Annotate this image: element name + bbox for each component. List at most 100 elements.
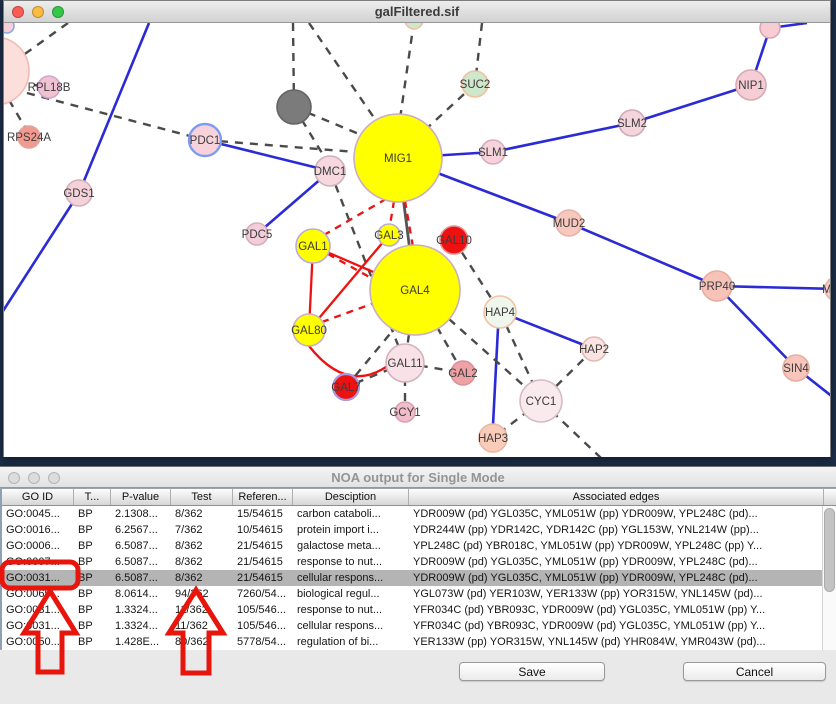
graph-window-title: galFiltered.sif	[4, 1, 830, 23]
node-unnamed-green-top[interactable]	[405, 23, 423, 29]
table-row[interactable]: GO:0045...BP2.1308...8/36215/54615carbon…	[2, 506, 836, 522]
table-row[interactable]: GO:0031...BP1.3324...11/362105/546...res…	[2, 602, 836, 618]
cell-r7-c6: YFR034C (pd) YBR093C, YDR009W (pd) YGL03…	[409, 618, 824, 634]
graph-window: galFiltered.sif RPL18BRPS24AGDS1PDC1PDC5…	[3, 0, 831, 457]
node-unnamed-gray[interactable]	[277, 90, 311, 124]
cell-r6-c1: BP	[74, 602, 111, 618]
cell-r6-c6: YFR034C (pd) YBR093C, YDR009W (pd) YGL03…	[409, 602, 824, 618]
node-label-CYC1: CYC1	[526, 396, 557, 408]
cancel-button[interactable]: Cancel	[683, 662, 826, 681]
node-label-HAP4: HAP4	[485, 307, 516, 319]
cell-r0-c6: YDR009W (pd) YGL035C, YML051W (pp) YDR00…	[409, 506, 824, 522]
edge-pp[interactable]	[632, 85, 751, 123]
cell-r8-c5: regulation of bi...	[293, 634, 409, 650]
node-label-DMC1: DMC1	[314, 166, 347, 178]
table-row-selected[interactable]: GO:0031...BP6.5087...8/36221/54615cellul…	[2, 570, 836, 586]
cell-r3-c5: response to nut...	[293, 554, 409, 570]
network-canvas[interactable]: RPL18BRPS24AGDS1PDC1PDC5DMC1MIG1SUC2SLM1…	[4, 23, 830, 457]
cell-r2-c1: BP	[74, 538, 111, 554]
cell-r4-c4: 21/54615	[233, 570, 293, 586]
edge-pp[interactable]	[493, 328, 498, 425]
graph-window-titlebar[interactable]: galFiltered.sif	[4, 1, 830, 23]
noa-window-titlebar[interactable]: NOA output for Single Mode	[0, 467, 836, 488]
table-scrollbar[interactable]	[822, 506, 836, 650]
cell-r7-c3: 11/362	[171, 618, 233, 634]
cell-r4-c6: YDR009W (pd) YGL035C, YML051W (pp) YDR00…	[409, 570, 824, 586]
cell-r1-c0: GO:0016...	[2, 522, 74, 538]
node-unnamed-top-right[interactable]	[760, 23, 780, 38]
node-label-GDS1: GDS1	[63, 188, 94, 200]
cell-r2-c2: 6.5087...	[111, 538, 171, 554]
cell-r3-c4: 21/54615	[233, 554, 293, 570]
table-row[interactable]: GO:0050...BP1.428E...80/3625778/54...reg…	[2, 634, 836, 650]
column-header-6[interactable]: Associated edges	[409, 489, 824, 505]
table-row[interactable]: GO:0006...BP6.5087...8/36221/54615galact…	[2, 538, 836, 554]
node-label-GAL2: GAL2	[448, 368, 477, 380]
cell-r2-c6: YPL248C (pd) YBR018C, YML051W (pp) YDR00…	[409, 538, 824, 554]
edge-pp[interactable]	[79, 23, 149, 193]
cell-r8-c3: 80/362	[171, 634, 233, 650]
cell-r0-c0: GO:0045...	[2, 506, 74, 522]
node-unnamed-top-left[interactable]	[4, 23, 14, 33]
cell-r4-c5: cellular respons...	[293, 570, 409, 586]
node-label-MIG1: MIG1	[384, 153, 412, 165]
cell-r3-c6: YDR009W (pd) YGL035C, YML051W (pp) YDR00…	[409, 554, 824, 570]
edge-pd[interactable]	[400, 23, 414, 119]
node-label-MSL1: MSL1	[822, 284, 830, 296]
cell-r0-c4: 15/54615	[233, 506, 293, 522]
cell-r5-c5: biological regul...	[293, 586, 409, 602]
edge-red[interactable]	[309, 346, 386, 376]
cell-r1-c2: 6.2567...	[111, 522, 171, 538]
edge-pp[interactable]	[4, 193, 79, 311]
edge-pp[interactable]	[493, 123, 632, 152]
table-row[interactable]: GO:0031...BP1.3324...11/362105/546...cel…	[2, 618, 836, 634]
column-header-0[interactable]: GO ID	[2, 489, 74, 505]
column-header-3[interactable]: Test	[171, 489, 233, 505]
noa-window-title: NOA output for Single Mode	[0, 467, 836, 488]
node-label-HAP2: HAP2	[579, 344, 609, 356]
save-button[interactable]: Save	[459, 662, 605, 681]
column-header-1[interactable]: T...	[74, 489, 111, 505]
cell-r5-c1: BP	[74, 586, 111, 602]
edge-pp[interactable]	[717, 286, 796, 368]
node-label-GAL80: GAL80	[291, 325, 327, 337]
cell-r4-c1: BP	[74, 570, 111, 586]
node-label-GAL10: GAL10	[436, 235, 472, 247]
node-label-MUD2: MUD2	[553, 218, 586, 230]
node-label-HAP3: HAP3	[478, 433, 508, 445]
cell-r0-c1: BP	[74, 506, 111, 522]
cell-r7-c1: BP	[74, 618, 111, 634]
cell-r2-c3: 8/362	[171, 538, 233, 554]
edge-pp[interactable]	[569, 223, 717, 286]
cell-r6-c4: 105/546...	[233, 602, 293, 618]
node-label-GAL3: GAL3	[374, 230, 403, 242]
column-header-2[interactable]: P-value	[111, 489, 171, 505]
cell-r5-c0: GO:0065...	[2, 586, 74, 602]
cell-r2-c0: GO:0006...	[2, 538, 74, 554]
scrollbar-thumb[interactable]	[824, 508, 835, 592]
edge-pd[interactable]	[9, 100, 26, 129]
cell-r5-c3: 94/362	[171, 586, 233, 602]
cell-r2-c5: galactose meta...	[293, 538, 409, 554]
node-label-GAL1: GAL1	[298, 241, 327, 253]
table-row[interactable]: GO:0007...BP6.5087...8/36221/54615respon…	[2, 554, 836, 570]
node-label-RPL18B: RPL18B	[28, 82, 71, 94]
cell-r1-c3: 7/362	[171, 522, 233, 538]
node-label-GAL4: GAL4	[400, 285, 430, 297]
edge-pd[interactable]	[309, 23, 379, 125]
cell-r4-c2: 6.5087...	[111, 570, 171, 586]
table-row[interactable]: GO:0016...BP6.2567...7/36210/54615protei…	[2, 522, 836, 538]
node-unnamed-big-left[interactable]	[4, 37, 29, 105]
cell-r4-c0: GO:0031...	[2, 570, 74, 586]
cell-r3-c0: GO:0007...	[2, 554, 74, 570]
table-header-row: GO IDT...P-valueTestReferen...Desciption…	[2, 489, 836, 506]
node-label-SUC2: SUC2	[460, 79, 491, 91]
column-header-4[interactable]: Referen...	[233, 489, 293, 505]
node-label-SIN4: SIN4	[783, 363, 809, 375]
column-header-5[interactable]: Desciption	[293, 489, 409, 505]
cell-r7-c5: cellular respons...	[293, 618, 409, 634]
cell-r4-c3: 8/362	[171, 570, 233, 586]
table-row[interactable]: GO:0065...BP8.0614...94/3627260/54...bio…	[2, 586, 836, 602]
noa-results-table: GO IDT...P-valueTestReferen...Desciption…	[0, 488, 836, 650]
cell-r8-c4: 5778/54...	[233, 634, 293, 650]
